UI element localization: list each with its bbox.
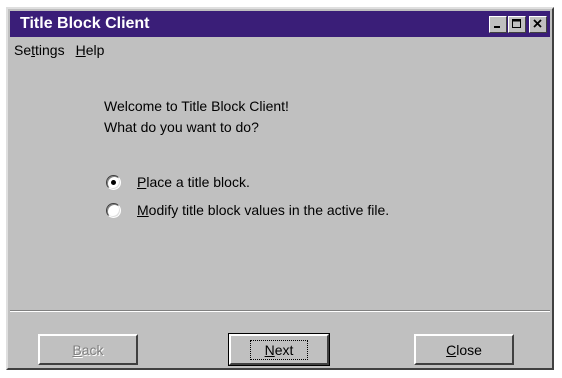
option-place-rest: lace a title block.	[146, 174, 250, 190]
menu-help[interactable]: Help	[71, 42, 111, 58]
window-title: Title Block Client	[20, 15, 150, 32]
menu-settings-label-suffix: tings	[35, 42, 65, 58]
app-window: Title Block Client Settings Help Welcome…	[6, 7, 554, 370]
radio-modify-title-block[interactable]	[106, 202, 121, 218]
action-options: Place a title block. Modify title block …	[106, 170, 389, 226]
window-controls	[488, 15, 547, 33]
radio-place-title-block[interactable]	[106, 174, 121, 190]
close-mnemonic: C	[446, 341, 457, 358]
menu-help-mnemonic: H	[75, 42, 86, 58]
next-button[interactable]: Next	[228, 333, 330, 366]
option-modify-label: Modify title block values in the active …	[137, 202, 389, 218]
option-modify-title-block[interactable]: Modify title block values in the active …	[106, 198, 389, 222]
option-modify-mnemonic: M	[137, 202, 149, 218]
next-rest: ext	[274, 341, 294, 358]
option-place-label: Place a title block.	[137, 174, 250, 190]
close-rest: lose	[456, 341, 482, 358]
welcome-line-2: What do you want to do?	[104, 119, 259, 135]
welcome-message: Welcome to Title Block Client! What do y…	[104, 96, 289, 138]
option-place-title-block[interactable]: Place a title block.	[106, 170, 389, 194]
next-label: Next	[249, 339, 309, 360]
maximize-button[interactable]	[508, 15, 526, 33]
menu-bar: Settings Help	[10, 39, 550, 61]
footer-divider	[10, 310, 550, 312]
option-modify-rest: odify title block values in the active f…	[148, 202, 390, 218]
back-mnemonic: B	[72, 341, 82, 358]
next-mnemonic: N	[264, 341, 275, 358]
close-icon	[530, 17, 546, 32]
menu-settings[interactable]: Settings	[10, 42, 71, 58]
back-rest: ack	[81, 341, 104, 358]
back-button[interactable]: Back	[38, 334, 138, 365]
option-place-mnemonic: P	[137, 174, 147, 190]
minimize-icon	[490, 17, 506, 32]
close-dialog-button[interactable]: Close	[414, 334, 514, 365]
maximize-icon	[509, 17, 525, 32]
close-label: Close	[446, 342, 482, 358]
menu-help-label-suffix: elp	[85, 42, 105, 58]
welcome-line-1: Welcome to Title Block Client!	[104, 98, 289, 114]
close-button[interactable]	[529, 15, 547, 33]
title-bar[interactable]: Title Block Client	[10, 11, 550, 37]
wizard-content: Welcome to Title Block Client! What do y…	[10, 63, 550, 305]
minimize-button[interactable]	[489, 15, 507, 33]
back-label: Back	[72, 342, 103, 358]
menu-settings-label-prefix: Se	[14, 42, 32, 58]
